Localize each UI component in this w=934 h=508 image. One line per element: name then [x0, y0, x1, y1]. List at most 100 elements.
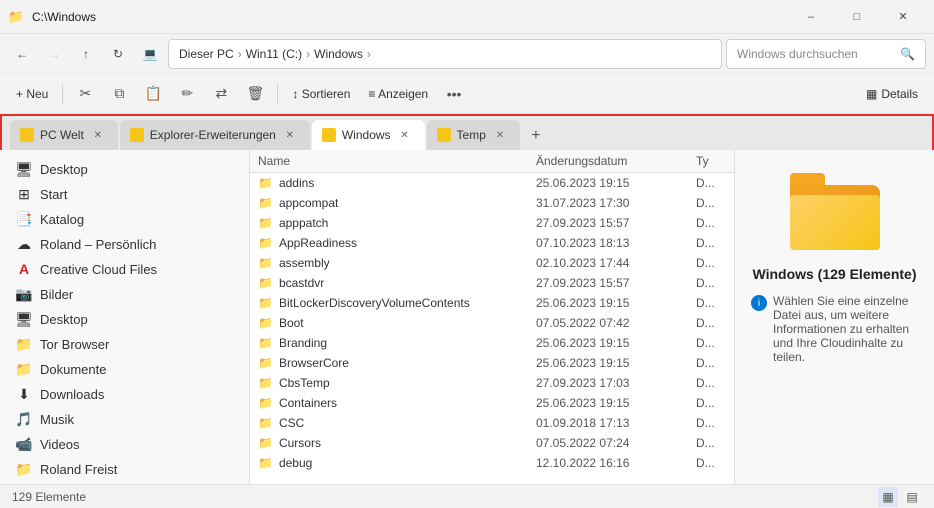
table-row[interactable]: 📁 debug 12.10.2022 16:16 D...: [250, 453, 734, 473]
tab-close[interactable]: ✕: [492, 127, 508, 143]
dokumente-icon: 📁: [16, 361, 32, 377]
back-button[interactable]: ←: [8, 40, 36, 68]
computer-icon-btn[interactable]: 💻: [136, 40, 164, 68]
table-row[interactable]: 📁 apppatch 27.09.2023 15:57 D...: [250, 213, 734, 233]
table-row[interactable]: 📁 appcompat 31.07.2023 17:30 D...: [250, 193, 734, 213]
table-row[interactable]: 📁 CbsTemp 27.09.2023 17:03 D...: [250, 373, 734, 393]
file-date: 01.09.2018 17:13: [536, 416, 696, 430]
forward-button[interactable]: →: [40, 40, 68, 68]
sidebar-item-bilder[interactable]: 📷 Bilder: [4, 282, 245, 306]
file-type: D...: [696, 236, 726, 250]
table-row[interactable]: 📁 assembly 02.10.2023 17:44 D...: [250, 253, 734, 273]
sidebar-label: Desktop: [40, 312, 88, 327]
sidebar-item-creative-cloud[interactable]: A Creative Cloud Files: [4, 257, 245, 281]
table-row[interactable]: 📁 bcastdvr 27.09.2023 15:57 D...: [250, 273, 734, 293]
col-type-header[interactable]: Ty: [696, 154, 726, 168]
view-list-button[interactable]: ▤: [902, 487, 922, 507]
sidebar-item-roland-freist[interactable]: 📁 Roland Freist: [4, 457, 245, 481]
file-date: 27.09.2023 15:57: [536, 276, 696, 290]
table-row[interactable]: 📁 BitLockerDiscoveryVolumeContents 25.06…: [250, 293, 734, 313]
sidebar-item-desktop2[interactable]: 🖥 Desktop: [4, 307, 245, 331]
tab-close[interactable]: ✕: [282, 127, 298, 143]
file-type: D...: [696, 336, 726, 350]
sidebar-item-roland-persoenlich[interactable]: ☁ Roland – Persönlich: [4, 232, 245, 256]
file-type: D...: [696, 176, 726, 190]
search-placeholder: Windows durchsuchen: [737, 47, 858, 61]
toolbar-right: ▦ Details: [858, 83, 926, 105]
tab-add-button[interactable]: +: [522, 122, 550, 150]
details-button[interactable]: ▦ Details: [858, 83, 926, 105]
folder-icon: 📁: [258, 336, 273, 350]
sidebar-item-dokumente[interactable]: 📁 Dokumente: [4, 357, 245, 381]
rolandfreist-icon: 📁: [16, 461, 32, 477]
file-name: 📁 bcastdvr: [258, 276, 536, 290]
sidebar-label: Roland – Persönlich: [40, 237, 156, 252]
tab-pc-welt[interactable]: PC Welt ✕: [10, 120, 118, 150]
sidebar-item-musik[interactable]: 🎵 Musik: [4, 407, 245, 431]
folder-icon: 📁: [258, 296, 273, 310]
copy-button[interactable]: ⧉: [103, 78, 135, 110]
window-controls: – □ ✕: [788, 0, 926, 34]
path-sep-1: ›: [238, 47, 242, 61]
share-button[interactable]: ⇄: [205, 78, 237, 110]
file-date: 25.06.2023 19:15: [536, 296, 696, 310]
folder-icon: 📁: [258, 456, 273, 470]
panel-info: i Wählen Sie eine einzelne Datei aus, um…: [751, 294, 918, 364]
table-row[interactable]: 📁 BrowserCore 25.06.2023 19:15 D...: [250, 353, 734, 373]
path-part-2: Win11 (C:): [246, 47, 302, 61]
tab-explorer-erweiterungen[interactable]: Explorer-Erweiterungen ✕: [120, 120, 310, 150]
up-button[interactable]: ↑: [72, 40, 100, 68]
close-button[interactable]: ✕: [880, 0, 926, 34]
table-row[interactable]: 📁 Containers 25.06.2023 19:15 D...: [250, 393, 734, 413]
folder-front: [790, 195, 880, 250]
folder-icon: 📁: [16, 336, 32, 352]
sidebar-item-start[interactable]: ⊞ Start: [4, 182, 245, 206]
tab-close[interactable]: ✕: [397, 127, 413, 143]
view-button[interactable]: ≡ Anzeigen: [360, 83, 436, 105]
file-list: 📁 addins 25.06.2023 19:15 D... 📁 appcomp…: [250, 173, 734, 484]
file-name: 📁 BrowserCore: [258, 356, 536, 370]
table-row[interactable]: 📁 AppReadiness 07.10.2023 18:13 D...: [250, 233, 734, 253]
file-date: 07.05.2022 07:24: [536, 436, 696, 450]
panel-title: Windows (129 Elemente): [752, 266, 916, 282]
table-row[interactable]: 📁 Branding 25.06.2023 19:15 D...: [250, 333, 734, 353]
maximize-button[interactable]: □: [834, 0, 880, 34]
paste-button[interactable]: 📋: [137, 78, 169, 110]
sidebar-item-katalog[interactable]: 📑 Katalog: [4, 207, 245, 231]
cut-button[interactable]: ✂: [69, 78, 101, 110]
refresh-button[interactable]: ↻: [104, 40, 132, 68]
folder-icon: 📁: [258, 376, 273, 390]
sidebar-item-desktop1[interactable]: 🖥 Desktop: [4, 157, 245, 181]
rename-button[interactable]: ✏: [171, 78, 203, 110]
folder-icon: 📁: [258, 356, 273, 370]
sidebar-label: Start: [40, 187, 67, 202]
sidebar-item-downloads[interactable]: ⬇ Downloads: [4, 382, 245, 406]
delete-button[interactable]: 🗑: [239, 78, 271, 110]
sort-button[interactable]: ↕ Sortieren: [284, 83, 358, 105]
table-row[interactable]: 📁 Boot 07.05.2022 07:42 D...: [250, 313, 734, 333]
col-name-header[interactable]: Name: [258, 154, 536, 168]
new-button[interactable]: + Neu: [8, 83, 56, 105]
table-row[interactable]: 📁 Cursors 07.05.2022 07:24 D...: [250, 433, 734, 453]
status-bar: 129 Elemente ▦ ▤: [0, 484, 934, 508]
sidebar-label: Musik: [40, 412, 74, 427]
address-path[interactable]: Dieser PC › Win11 (C:) › Windows ›: [168, 39, 722, 69]
file-name: 📁 CbsTemp: [258, 376, 536, 390]
minimize-button[interactable]: –: [788, 0, 834, 34]
sidebar-item-tor-browser[interactable]: 📁 Tor Browser: [4, 332, 245, 356]
file-name: 📁 Branding: [258, 336, 536, 350]
search-box[interactable]: Windows durchsuchen 🔍: [726, 39, 926, 69]
table-row[interactable]: 📁 addins 25.06.2023 19:15 D...: [250, 173, 734, 193]
tab-temp[interactable]: Temp ✕: [427, 120, 520, 150]
folder-icon: 📁: [258, 316, 273, 330]
col-date-header[interactable]: Änderungsdatum: [536, 154, 696, 168]
table-row[interactable]: 📁 CSC 01.09.2018 17:13 D...: [250, 413, 734, 433]
tab-windows[interactable]: Windows ✕: [312, 120, 425, 150]
more-button[interactable]: •••: [438, 78, 470, 110]
sidebar-item-videos[interactable]: 📹 Videos: [4, 432, 245, 456]
file-date: 02.10.2023 17:44: [536, 256, 696, 270]
tab-close[interactable]: ✕: [90, 127, 106, 143]
view-grid-button[interactable]: ▦: [878, 487, 898, 507]
status-count: 129 Elemente: [12, 490, 86, 504]
file-date: 25.06.2023 19:15: [536, 356, 696, 370]
